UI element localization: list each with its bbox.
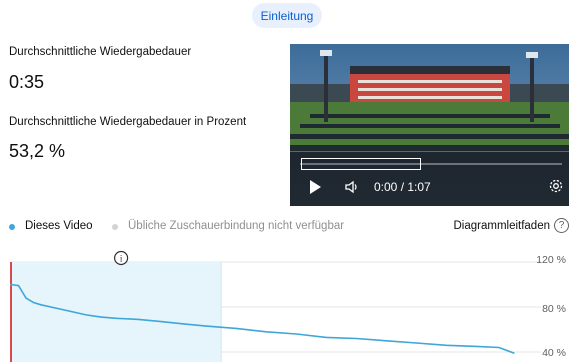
- chart-guide-link[interactable]: Diagrammleitfaden: [453, 220, 550, 232]
- data-point: [138, 318, 140, 320]
- time-display: 0:00 / 1:07: [374, 180, 431, 194]
- this-video-legend-dot: [9, 224, 15, 230]
- data-point: [445, 344, 448, 346]
- data-point: [160, 321, 162, 323]
- data-point: [10, 283, 12, 286]
- data-point: [17, 285, 20, 287]
- y-tick-label: 120 %: [536, 254, 566, 266]
- data-point: [325, 336, 327, 338]
- help-icon[interactable]: ?: [554, 218, 569, 233]
- avg-watch-time-value: 0:35: [9, 72, 45, 92]
- data-point: [498, 346, 500, 349]
- y-tick-label: 40 %: [542, 347, 566, 359]
- intro-chip[interactable]: Einleitung: [252, 3, 322, 28]
- data-point: [265, 331, 267, 333]
- retention-chart[interactable]: i 120 % 80 % 40 %: [0, 244, 569, 362]
- typical-legend-label: Übliche Zuschauerbindung nicht verfügbar: [128, 220, 345, 232]
- data-point: [235, 327, 237, 329]
- data-point: [100, 316, 102, 318]
- video-player[interactable]: 0:00 / 1:07: [290, 44, 569, 206]
- typical-legend-dot: [112, 224, 118, 230]
- y-tick-label: 80 %: [542, 303, 566, 315]
- retention-chart-svg: i: [10, 250, 541, 362]
- data-point: [205, 325, 207, 327]
- data-point: [295, 333, 297, 335]
- avg-percent-label: Durchschnittliche Wiedergabedauer in Pro…: [9, 116, 247, 128]
- data-point: [70, 310, 72, 313]
- data-point: [32, 301, 35, 304]
- data-point: [475, 345, 478, 347]
- data-point: [115, 317, 117, 319]
- this-video-legend-label: Dieses Video: [25, 220, 93, 232]
- chart-legend: Dieses Video Übliche Zuschauerbindung ni…: [0, 218, 569, 238]
- data-point: [385, 340, 387, 342]
- data-point: [40, 304, 42, 306]
- intro-segment-box: [301, 158, 421, 170]
- data-point: [355, 337, 357, 340]
- intro-highlight: [11, 262, 222, 362]
- data-point: [55, 307, 57, 309]
- volume-icon[interactable]: [344, 179, 360, 200]
- data-point: [183, 323, 185, 325]
- avg-watch-time-label: Durchschnittliche Wiedergabedauer: [9, 46, 192, 58]
- data-point: [415, 342, 418, 344]
- data-point: [513, 352, 515, 354]
- avg-percent-value: 53,2 %: [9, 141, 66, 161]
- data-point: [85, 314, 87, 316]
- data-point: [25, 297, 27, 299]
- gear-icon[interactable]: [548, 178, 564, 199]
- play-icon[interactable]: [310, 180, 321, 194]
- seek-bar[interactable]: [300, 158, 562, 170]
